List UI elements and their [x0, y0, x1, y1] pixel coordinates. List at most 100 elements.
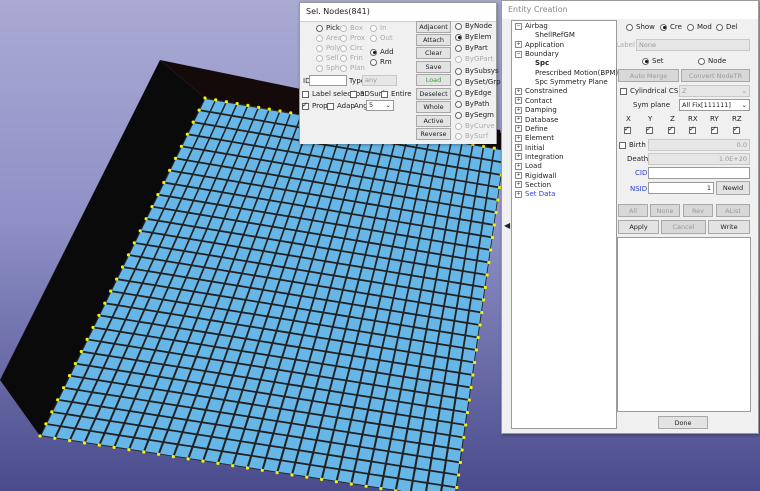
by-elem-radio[interactable]: ByElem: [455, 33, 491, 41]
shell-element[interactable]: [391, 363, 405, 376]
mode-out[interactable]: Out: [370, 34, 393, 42]
mode-pick[interactable]: Pick: [316, 24, 340, 32]
dof-rx-checkbox[interactable]: [689, 125, 696, 134]
tree-item-database[interactable]: + Database: [515, 116, 558, 124]
node-marker[interactable]: [245, 466, 250, 470]
expand-icon[interactable]: +: [515, 116, 522, 123]
node-marker[interactable]: [458, 460, 462, 465]
tree-item-airbag[interactable]: − Airbag: [515, 22, 548, 30]
shell-element[interactable]: [460, 207, 473, 221]
shell-element[interactable]: [332, 431, 348, 444]
collapse-arrow-icon[interactable]: ◀: [504, 221, 510, 230]
by-curve-radio[interactable]: ByCurve: [455, 122, 495, 130]
node-marker[interactable]: [56, 398, 60, 402]
shell-element[interactable]: [399, 390, 414, 403]
ang-select[interactable]: 5 ⌄: [366, 100, 394, 111]
shell-element[interactable]: [429, 382, 444, 395]
mode-frin[interactable]: Frin: [340, 54, 363, 62]
clear-button[interactable]: Clear: [416, 47, 451, 59]
tree-item-element[interactable]: + Element: [515, 134, 554, 142]
label-field[interactable]: None: [636, 39, 750, 51]
tree-item-shellrefgm[interactable]: ShellRefGM: [535, 31, 575, 39]
node-marker[interactable]: [138, 229, 142, 233]
shell-element[interactable]: [360, 435, 376, 449]
all-button[interactable]: All: [618, 204, 648, 217]
tree-item-initial[interactable]: + Initial: [515, 144, 544, 152]
shell-element[interactable]: [340, 458, 356, 471]
shell-element[interactable]: [397, 402, 412, 416]
shell-element[interactable]: [427, 317, 441, 331]
shell-element[interactable]: [422, 342, 437, 356]
node-marker[interactable]: [179, 144, 183, 148]
birth-field[interactable]: 0.0: [648, 139, 750, 151]
shell-element[interactable]: [433, 357, 448, 370]
node-marker[interactable]: [67, 374, 72, 378]
shell-element[interactable]: [474, 197, 486, 210]
shell-element[interactable]: [439, 255, 452, 269]
shell-element[interactable]: [384, 464, 400, 478]
shell-element[interactable]: [451, 257, 464, 271]
dof-ry-checkbox[interactable]: [711, 125, 718, 134]
shell-element[interactable]: [329, 443, 345, 456]
mode-cre[interactable]: Cre: [660, 23, 682, 31]
shell-element[interactable]: [480, 159, 492, 173]
by-part-radio[interactable]: ByPart: [455, 44, 488, 52]
mode-sell[interactable]: Sell: [316, 54, 339, 62]
convert-nodetr-button[interactable]: Convert NodeTR: [681, 69, 750, 82]
expand-icon[interactable]: +: [515, 87, 522, 95]
node-marker[interactable]: [260, 468, 264, 472]
expand-icon[interactable]: +: [515, 41, 522, 49]
shell-element[interactable]: [417, 303, 431, 316]
tree-item-spc[interactable]: Spc: [535, 59, 549, 67]
node-marker[interactable]: [50, 410, 54, 414]
shell-element[interactable]: [343, 445, 359, 459]
tree-item-application[interactable]: + Application: [515, 41, 564, 49]
shell-element[interactable]: [377, 425, 393, 438]
shell-element[interactable]: [463, 259, 476, 273]
shell-element[interactable]: [366, 410, 381, 424]
node-marker[interactable]: [142, 450, 146, 454]
shell-element[interactable]: [380, 348, 395, 362]
mode-plan[interactable]: Plan: [340, 64, 365, 72]
node-marker[interactable]: [474, 348, 478, 352]
shell-element[interactable]: [442, 307, 456, 320]
whole-button[interactable]: Whole: [416, 101, 451, 113]
by-setgrp-radio[interactable]: BySet/Grp: [455, 78, 501, 86]
dof-rz-checkbox[interactable]: [733, 125, 740, 134]
shell-element[interactable]: [392, 427, 407, 441]
shell-element[interactable]: [401, 454, 417, 468]
shell-element[interactable]: [447, 359, 461, 372]
tree-item-boundary[interactable]: − Boundary: [515, 50, 559, 58]
node-marker[interactable]: [334, 480, 338, 484]
shell-element[interactable]: [407, 352, 421, 366]
shell-element[interactable]: [372, 450, 388, 463]
shell-element[interactable]: [462, 348, 476, 362]
shell-element[interactable]: [416, 456, 431, 470]
cylindrical-axis-select[interactable]: Z ⌄: [679, 85, 750, 97]
birth-checkbox[interactable]: Birth: [619, 141, 646, 149]
shell-element[interactable]: [399, 467, 414, 480]
by-edge-radio[interactable]: ByEdge: [455, 89, 492, 97]
shell-element[interactable]: [487, 186, 499, 199]
cid-field[interactable]: [648, 167, 750, 179]
node-marker[interactable]: [482, 144, 486, 148]
shell-element[interactable]: [469, 157, 481, 171]
shell-element[interactable]: [437, 268, 450, 281]
cid-label[interactable]: CID: [635, 169, 647, 177]
shell-element[interactable]: [418, 367, 432, 381]
prop-checkbox[interactable]: Prop: [302, 101, 328, 110]
node-marker[interactable]: [235, 102, 239, 106]
shell-element[interactable]: [377, 361, 392, 374]
node-marker[interactable]: [115, 277, 119, 281]
node-marker[interactable]: [112, 445, 116, 449]
shell-element[interactable]: [420, 355, 434, 368]
auto-merge-button[interactable]: Auto Merge: [618, 69, 679, 82]
dof-z-checkbox[interactable]: [668, 125, 675, 134]
shell-element[interactable]: [415, 379, 430, 393]
mode-mod[interactable]: Mod: [687, 23, 712, 31]
by-path-radio[interactable]: ByPath: [455, 100, 489, 108]
adap-checkbox[interactable]: Adap: [327, 102, 355, 110]
shell-element[interactable]: [413, 469, 429, 482]
node-marker[interactable]: [91, 325, 95, 329]
shell-element[interactable]: [460, 143, 472, 156]
